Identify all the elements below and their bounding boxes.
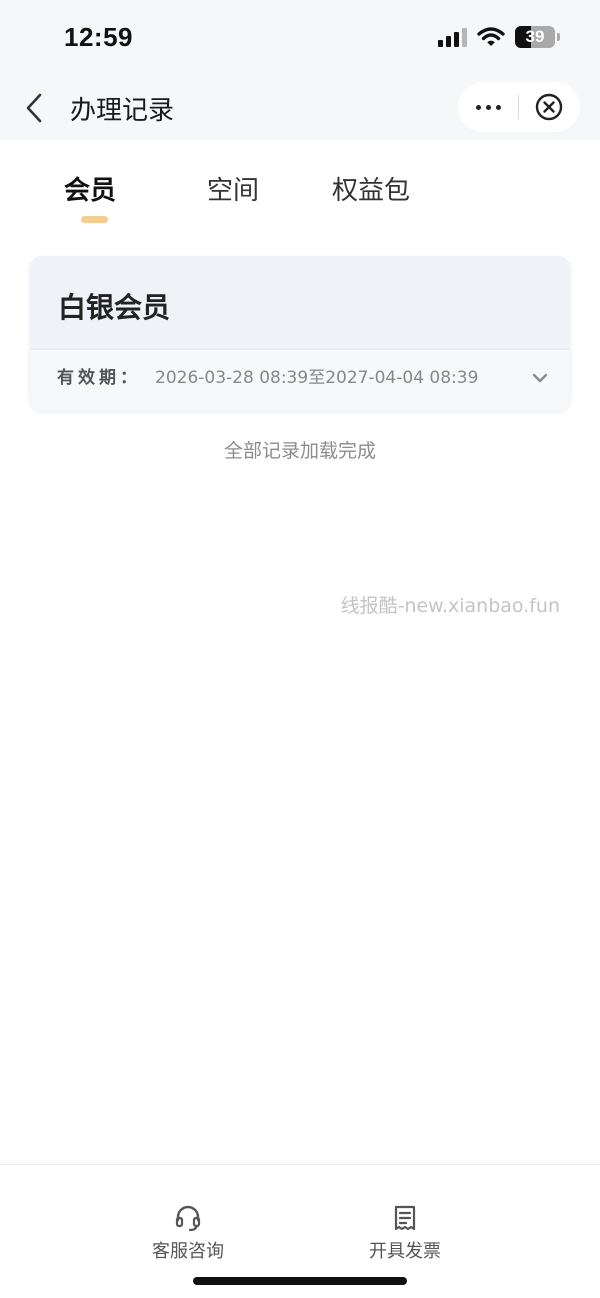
more-button[interactable] [458, 82, 518, 132]
invoice-label: 开具发票 [369, 1241, 441, 1262]
battery-icon: 39 [515, 26, 555, 48]
close-circle-icon [535, 93, 563, 121]
back-button[interactable] [18, 90, 50, 126]
headset-icon [175, 1205, 201, 1232]
chevron-down-icon[interactable] [530, 368, 550, 388]
mini-program-capsule [458, 82, 580, 132]
invoice-button[interactable]: 开具发票 [345, 1203, 465, 1263]
tab-benefit-pack[interactable]: 权益包 [332, 170, 410, 207]
tab-space[interactable]: 空间 [207, 170, 259, 207]
list-end-text: 全部记录加载完成 [223, 440, 376, 462]
battery-level: 39 [525, 27, 545, 46]
active-tab-indicator [81, 216, 108, 223]
customer-service-label: 客服咨询 [152, 1241, 224, 1262]
membership-record-card[interactable]: 白银会员 有效期： 2026-03-28 08:39至2027-04-04 08… [30, 256, 570, 410]
close-button[interactable] [519, 82, 579, 132]
wifi-icon [477, 27, 505, 46]
invoice-icon [394, 1205, 416, 1231]
card-body: 有效期： 2026-03-28 08:39至2027-04-04 08:39 [30, 350, 570, 410]
status-time: 12:59 [64, 22, 133, 52]
cellular-signal-icon [438, 27, 467, 47]
customer-service-button[interactable]: 客服咨询 [128, 1203, 248, 1263]
tab-member[interactable]: 会员 [64, 170, 116, 207]
validity-label: 有效期： [57, 368, 141, 388]
membership-title: 白银会员 [58, 291, 171, 324]
status-bar: 12:59 39 [0, 0, 600, 78]
validity-value: 2026-03-28 08:39至2027-04-04 08:39 [155, 368, 479, 388]
tab-bar: 会员 空间 权益包 [0, 140, 600, 230]
chevron-left-icon [26, 93, 42, 123]
nav-bar: 办理记录 [0, 78, 600, 140]
watermark-text: 线报酷-new.xianbao.fun [340, 595, 560, 617]
status-icons: 39 [438, 26, 560, 48]
home-indicator [193, 1277, 407, 1285]
card-header: 白银会员 [30, 256, 570, 350]
page-title: 办理记录 [70, 96, 175, 126]
